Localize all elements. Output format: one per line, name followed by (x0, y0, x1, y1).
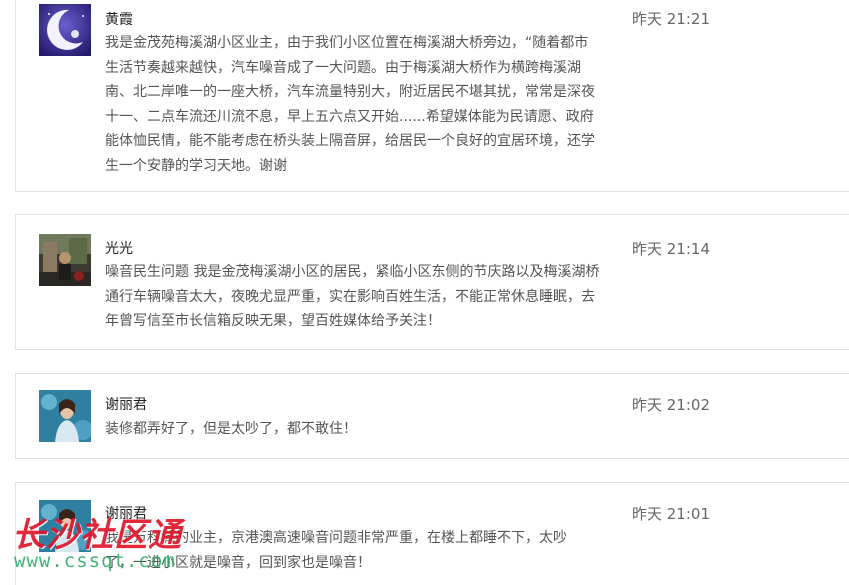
comment-card: 谢丽君 昨天 21:01 我是万科城的业主，京港澳高速噪音问题非常严重，在楼上都… (15, 482, 849, 585)
avatar[interactable] (39, 390, 91, 442)
text-line: 南、北二岸唯一的一座大桥，汽车流量特别大，附近居民不堪其扰，常常是深夜 (105, 84, 595, 101)
comment-card: 黄霞 昨天 21:21 我是金茂苑梅溪湖小区业主，由于我们小区位置在梅溪湖大桥旁… (15, 0, 849, 192)
comment-card: 光光 昨天 21:14 噪音民生问题 我是金茂梅溪湖小区的居民，紧临小区东侧的节… (15, 214, 849, 350)
user-name[interactable]: 谢丽君 (105, 503, 147, 523)
avatar[interactable] (39, 234, 91, 286)
moon-icon (39, 4, 91, 56)
text-line: 了，一进小区就是噪音，回到家也是噪音！ (105, 554, 371, 571)
post-time: 昨天 21:02 (632, 396, 710, 414)
comment-text: 我是金茂苑梅溪湖小区业主，由于我们小区位置在梅溪湖大桥旁边，“随着都市 生活节奏… (105, 31, 640, 179)
avatar[interactable] (39, 4, 91, 56)
text-line: 能体恤民情，能不能考虑在桥头装上隔音屏，给居民一个良好的宜居环境，还学 (105, 133, 595, 150)
text-line: 我是金茂苑梅溪湖小区业主，由于我们小区位置在梅溪湖大桥旁边，“随着都市 (105, 35, 589, 51)
post-time: 昨天 21:21 (632, 10, 710, 28)
post-time: 昨天 21:01 (632, 505, 710, 523)
text-line: 年曾写信至市长信箱反映无果，望百姓媒体给予关注！ (105, 313, 441, 330)
portrait-photo-icon (39, 500, 91, 552)
portrait-photo-icon (39, 390, 91, 442)
post-time: 昨天 21:14 (632, 240, 710, 258)
user-name[interactable]: 谢丽君 (105, 394, 147, 414)
comment-card: 谢丽君 昨天 21:02 装修都弄好了，但是太吵了，都不敢住！ (15, 373, 849, 459)
text-line: 十一、二点车流还川流不息，早上五六点又开始......希望媒体能为民请愿、政府 (105, 108, 594, 125)
text-line: 生一个安静的学习天地。谢谢 (105, 157, 287, 174)
user-name[interactable]: 光光 (105, 238, 133, 258)
street-photo-icon (39, 234, 91, 286)
text-line: 装修都弄好了，但是太吵了，都不敢住！ (105, 421, 357, 437)
user-name[interactable]: 黄霞 (105, 9, 133, 29)
text-line: 噪音民生问题 我是金茂梅溪湖小区的居民，紧临小区东侧的节庆路以及梅溪湖桥 (105, 264, 600, 280)
comment-text: 噪音民生问题 我是金茂梅溪湖小区的居民，紧临小区东侧的节庆路以及梅溪湖桥 通行车… (105, 260, 640, 334)
comment-feed: 黄霞 昨天 21:21 我是金茂苑梅溪湖小区业主，由于我们小区位置在梅溪湖大桥旁… (0, 0, 849, 585)
text-line: 生活节奏越来越快，汽车噪音成了一大问题。由于梅溪湖大桥作为横跨梅溪湖 (105, 59, 581, 76)
avatar[interactable] (39, 500, 91, 552)
comment-text: 装修都弄好了，但是太吵了，都不敢住！ (105, 417, 640, 442)
comment-text: 我是万科城的业主，京港澳高速噪音问题非常严重，在楼上都睡不下，太吵 了，一进小区… (105, 526, 640, 575)
text-line: 我是万科城的业主，京港澳高速噪音问题非常严重，在楼上都睡不下，太吵 (105, 530, 567, 546)
text-line: 通行车辆噪音太大，夜晚尤显严重，实在影响百姓生活，不能正常休息睡眠，去 (105, 288, 595, 305)
